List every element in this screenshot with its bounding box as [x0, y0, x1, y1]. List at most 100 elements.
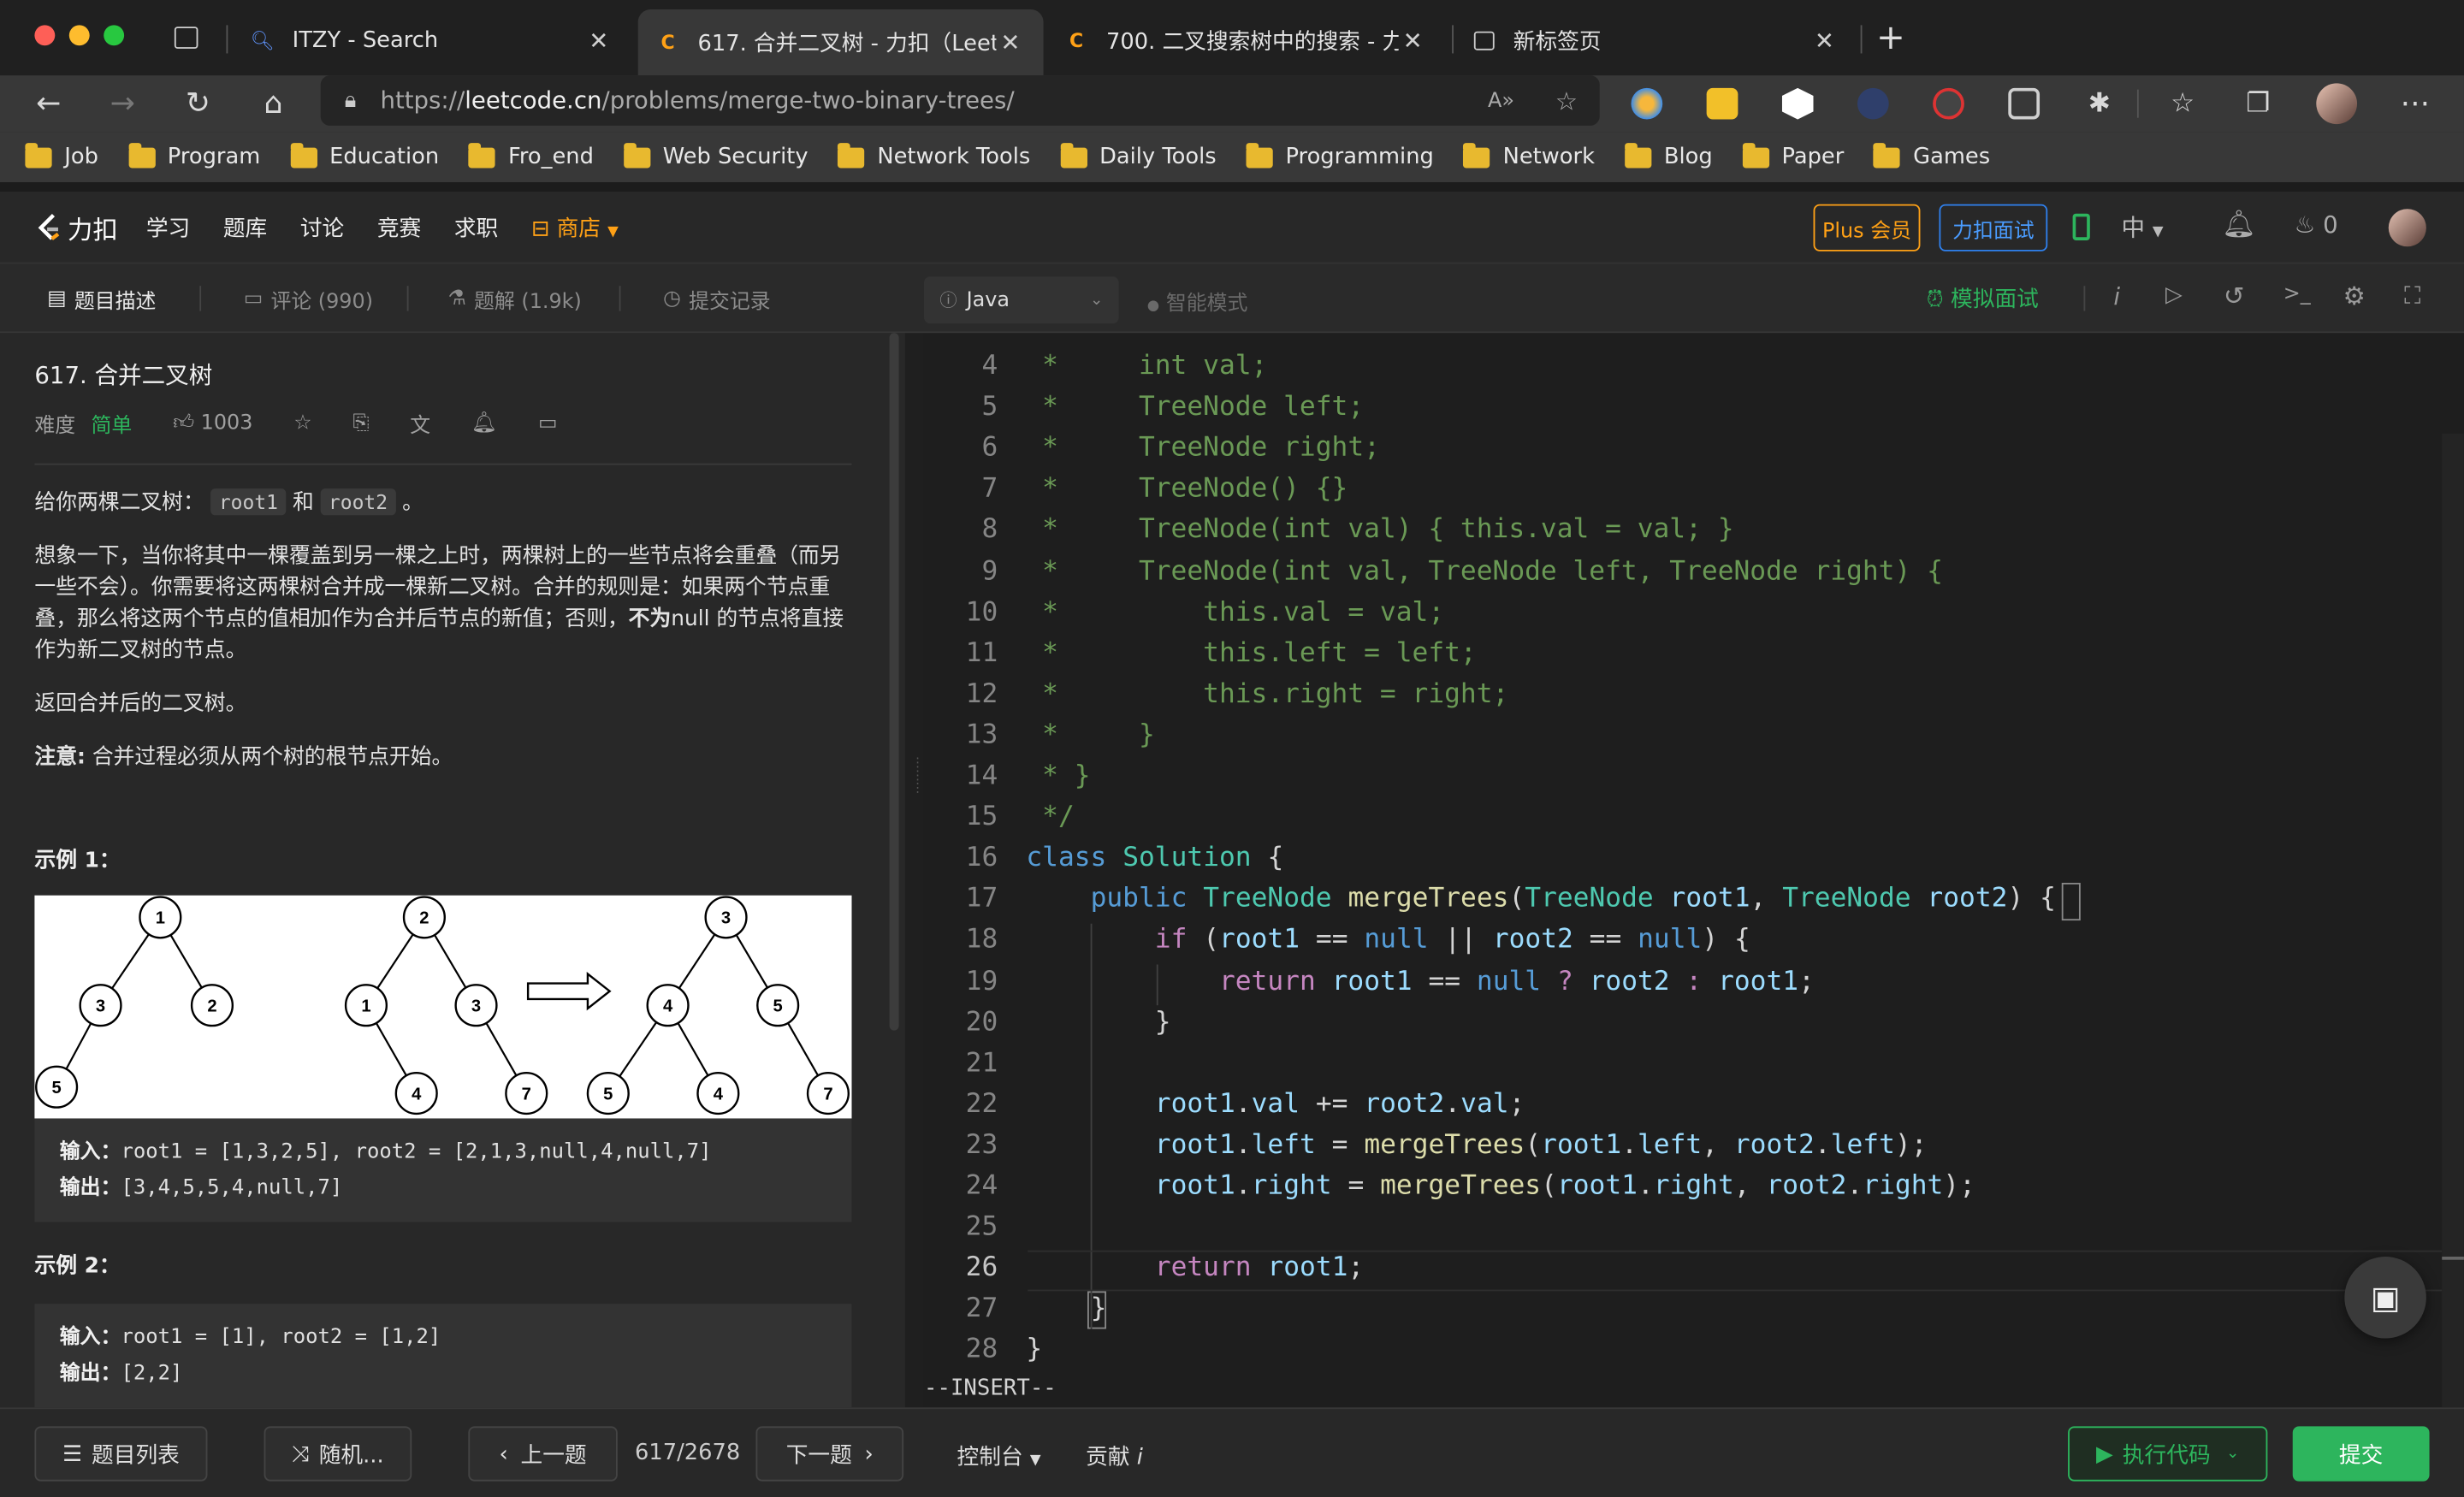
- bookmark-daily-tools[interactable]: Daily Tools: [1060, 142, 1217, 169]
- code-line[interactable]: 21: [924, 1043, 2464, 1084]
- tab-solutions[interactable]: ⚗ 题解 (1.9k): [447, 263, 581, 333]
- maximize-window-button[interactable]: [104, 25, 125, 46]
- share-icon[interactable]: ⎘: [352, 411, 369, 435]
- code-line[interactable]: 7 * TreeNode() {}: [924, 469, 2464, 510]
- code-line[interactable]: 17 public TreeNode mergeTrees(TreeNode r…: [924, 879, 2464, 920]
- mobile-app-icon[interactable]: [2072, 213, 2090, 240]
- tab-submissions[interactable]: ◷ 提交记录: [663, 263, 771, 333]
- nav-learn[interactable]: 学习: [146, 211, 190, 243]
- favorites-icon[interactable]: ☆: [2159, 75, 2206, 132]
- bell-icon[interactable]: 🔔︎: [2222, 209, 2256, 240]
- run-icon[interactable]: ▷: [2165, 283, 2183, 308]
- nav-problems[interactable]: 题库: [223, 211, 267, 243]
- bookmark-job[interactable]: Job: [25, 142, 98, 169]
- close-tab-icon[interactable]: ✕: [1399, 27, 1427, 55]
- code-line[interactable]: 14 * }: [924, 755, 2464, 796]
- reset-icon[interactable]: ↺: [2224, 281, 2245, 311]
- mock-interview-button[interactable]: ⏰︎ 模拟面试: [1927, 283, 2039, 315]
- leetcode-logo[interactable]: 力扣: [34, 208, 118, 246]
- code-line[interactable]: 16 class Solution {: [924, 837, 2464, 879]
- star-icon[interactable]: ☆: [293, 411, 311, 435]
- language-select[interactable]: ⓘ Java ⌄: [923, 276, 1119, 324]
- minimize-window-button[interactable]: [68, 25, 90, 46]
- code-line[interactable]: 9 * TreeNode(int val, TreeNode left, Tre…: [924, 551, 2464, 592]
- random-button[interactable]: ⤨ 随机...: [264, 1426, 412, 1482]
- code-line[interactable]: 19 return root1 == null ? root2 : root1;: [924, 961, 2464, 1002]
- pane-resize-handle[interactable]: ⋮ ⋮ ⋮: [904, 333, 924, 1408]
- smart-mode-toggle[interactable]: ● 智能模式: [1147, 286, 1248, 317]
- console-toggle[interactable]: 控制台 ▼: [957, 1441, 1041, 1472]
- notification-icon[interactable]: 🔔︎: [471, 411, 497, 435]
- prev-button[interactable]: ‹ 上一题: [468, 1426, 618, 1482]
- extension-hex-icon[interactable]: [1781, 87, 1814, 120]
- description-scrollbar[interactable]: [889, 333, 899, 1031]
- extension-notes-icon[interactable]: [1706, 87, 1738, 120]
- bookmark-program[interactable]: Program: [127, 142, 260, 169]
- read-aloud-icon[interactable]: A»: [1488, 89, 1514, 113]
- collections-icon[interactable]: ❐: [2235, 75, 2282, 132]
- code-line[interactable]: 4 * int val;: [924, 346, 2464, 387]
- bookmark-fab[interactable]: ▣: [2344, 1257, 2426, 1339]
- code-line[interactable]: 8 * TreeNode(int val) { this.val = val; …: [924, 510, 2464, 551]
- extensions-icon[interactable]: ✱: [2076, 75, 2123, 132]
- code-line[interactable]: 15 */: [924, 796, 2464, 837]
- tab-comments[interactable]: ▭ 评论 (990): [244, 263, 373, 333]
- bookmark-blog[interactable]: Blog: [1624, 142, 1713, 169]
- bookmark-web-security[interactable]: Web Security: [623, 142, 808, 169]
- tab-actions-icon[interactable]: [174, 27, 198, 49]
- code-line[interactable]: 25: [924, 1206, 2464, 1247]
- code-line[interactable]: 20 }: [924, 1002, 2464, 1043]
- interview-button[interactable]: 力扣面试: [1939, 204, 2048, 251]
- tab-merge-trees[interactable]: C 617. 合并二叉树 - 力扣（LeetCo ✕: [637, 9, 1044, 76]
- feedback-icon[interactable]: ▭: [538, 411, 558, 435]
- more-menu-icon[interactable]: ⋯: [2391, 75, 2438, 132]
- code-line[interactable]: 11 * this.left = left;: [924, 632, 2464, 673]
- next-button[interactable]: 下一题 ›: [755, 1426, 904, 1482]
- tab-description[interactable]: ▤ 题目描述: [47, 263, 156, 333]
- tab-search[interactable]: 🔍︎ ITZY - Search ✕: [233, 13, 632, 69]
- close-tab-icon[interactable]: ✕: [1810, 27, 1839, 55]
- bookmark-network-tools[interactable]: Network Tools: [838, 142, 1030, 169]
- address-bar[interactable]: 🔒︎ https://leetcode.cn/problems/merge-tw…: [320, 75, 1600, 126]
- bookmark-programming[interactable]: Programming: [1246, 142, 1434, 169]
- info-italic-icon[interactable]: i: [2113, 283, 2120, 311]
- nav-jobs[interactable]: 求职: [454, 211, 498, 243]
- submit-button[interactable]: 提交: [2292, 1426, 2430, 1482]
- close-tab-icon[interactable]: ✕: [584, 27, 613, 55]
- run-code-button[interactable]: ▶ 执行代码 ⌄: [2068, 1426, 2268, 1482]
- terminal-icon[interactable]: >_: [2283, 283, 2311, 307]
- code-line[interactable]: 6 * TreeNode right;: [924, 428, 2464, 469]
- settings-icon[interactable]: ⚙: [2343, 281, 2366, 311]
- back-icon[interactable]: ←: [25, 75, 72, 132]
- profile-avatar[interactable]: [2316, 83, 2358, 125]
- extension-cursor-icon[interactable]: [1857, 87, 1889, 120]
- editor-scrollbar[interactable]: [2442, 433, 2464, 1408]
- code-line[interactable]: 24 root1.right = mergeTrees(root1.right,…: [924, 1166, 2464, 1207]
- user-avatar[interactable]: [2388, 209, 2426, 247]
- bookmark-paper[interactable]: Paper: [1742, 142, 1844, 169]
- extension-color-icon[interactable]: [1631, 87, 1663, 120]
- problem-list-button[interactable]: ☰ 题目列表: [34, 1426, 208, 1482]
- close-window-button[interactable]: [34, 25, 56, 46]
- bookmark-games[interactable]: Games: [1874, 142, 1990, 169]
- nav-contest[interactable]: 竞赛: [377, 211, 421, 243]
- code-line[interactable]: 23 root1.left = mergeTrees(root1.left, r…: [924, 1125, 2464, 1166]
- code-line[interactable]: 13 * }: [924, 714, 2464, 755]
- nav-discuss[interactable]: 讨论: [300, 211, 344, 243]
- nav-shop[interactable]: ⊟ 商店 ▼: [531, 211, 619, 243]
- code-line[interactable]: 10 * this.val = val;: [924, 592, 2464, 633]
- code-line[interactable]: 12 * this.right = right;: [924, 673, 2464, 714]
- translate-icon[interactable]: 文: [410, 408, 430, 438]
- fullscreen-icon[interactable]: ⛶: [2404, 281, 2420, 310]
- code-line[interactable]: 22 root1.val += root2.val;: [924, 1084, 2464, 1125]
- code-line[interactable]: 5 * TreeNode left;: [924, 387, 2464, 428]
- tab-bst-search[interactable]: C 700. 二叉搜索树中的搜索 - 力扣 ✕: [1046, 13, 1446, 69]
- points-display[interactable]: ♨ 0: [2295, 210, 2338, 239]
- extension-glasses-icon[interactable]: [1933, 87, 1964, 120]
- extension-face-icon[interactable]: [2008, 87, 2040, 120]
- tab-new[interactable]: 新标签页 ✕: [1455, 13, 1857, 69]
- bookmark-network[interactable]: Network: [1463, 142, 1595, 169]
- favorite-add-icon[interactable]: ☆: [1555, 86, 1578, 115]
- contribute-link[interactable]: 贡献 i: [1086, 1441, 1143, 1472]
- code-line[interactable]: 28}: [924, 1329, 2464, 1370]
